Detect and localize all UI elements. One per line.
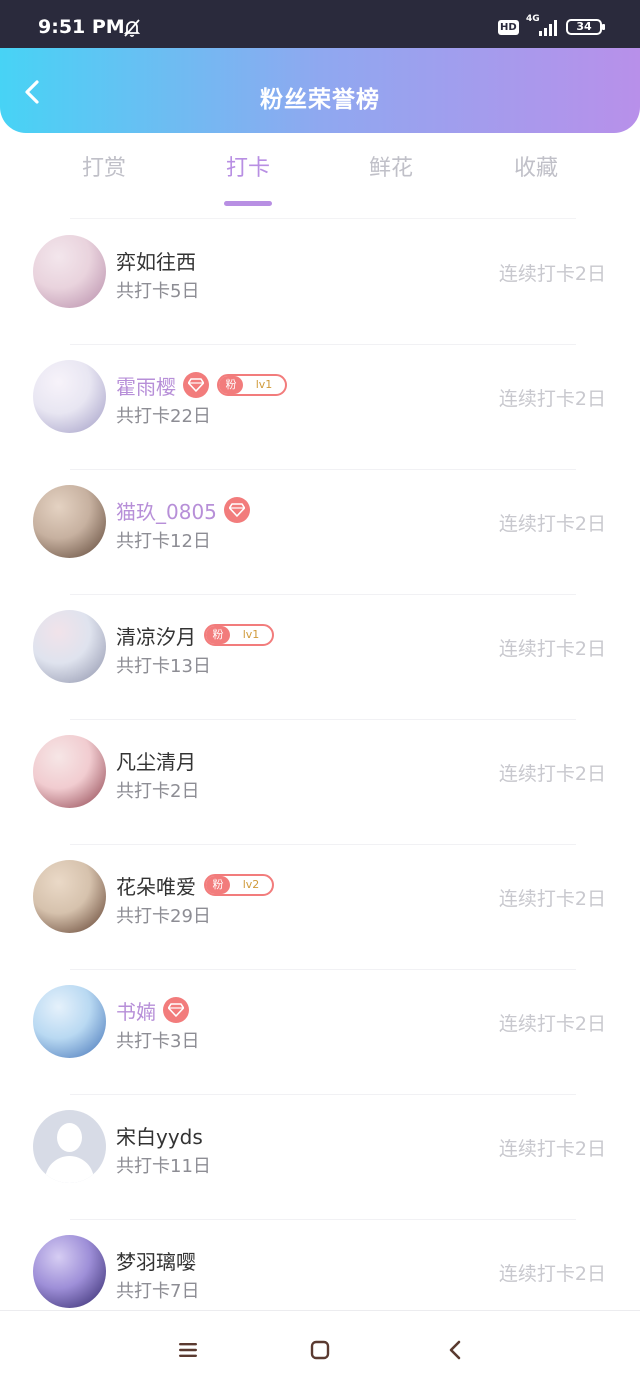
avatar[interactable]	[33, 235, 106, 308]
name-line: 梦羽璃嘤	[116, 1246, 196, 1274]
hd-badge: HD	[498, 20, 519, 35]
avatar[interactable]	[33, 985, 106, 1058]
fan-row[interactable]: 凡尘清月 共打卡2日 连续打卡2日	[0, 720, 640, 845]
name-line: 清凉汐月 粉 lv1	[116, 621, 274, 649]
fan-row[interactable]: 书婻 共打卡3日 连续打卡2日	[0, 970, 640, 1095]
battery-level: 34	[576, 20, 592, 33]
total-checkins: 共打卡12日	[116, 531, 211, 552]
avatar[interactable]	[33, 860, 106, 933]
status-time: 9:51 PM	[38, 16, 125, 38]
streak-text: 连续打卡2日	[498, 888, 606, 910]
back-triangle-icon[interactable]	[440, 1335, 470, 1365]
total-checkins: 共打卡5日	[116, 281, 200, 302]
fan-name[interactable]: 梦羽璃嘤	[116, 1246, 196, 1275]
fan-name[interactable]: 弈如往西	[116, 246, 196, 275]
tab-flowers[interactable]: 鲜花	[331, 150, 451, 182]
total-checkins: 共打卡29日	[116, 906, 211, 927]
fan-name[interactable]: 清凉汐月	[116, 621, 196, 650]
fan-row[interactable]: 霍雨樱 粉 lv1 共打卡22日 连续打卡2日	[0, 345, 640, 470]
tab-reward[interactable]: 打赏	[44, 150, 164, 182]
diamond-vip-icon	[183, 372, 209, 398]
fan-level-badge: 粉 lv1	[204, 624, 274, 646]
fan-level-badge: 粉 lv2	[204, 874, 274, 896]
tab-label: 收藏	[513, 156, 558, 181]
diamond-vip-icon	[223, 497, 250, 523]
avatar[interactable]	[33, 610, 106, 683]
streak-text: 连续打卡2日	[498, 263, 606, 285]
diamond-vip-icon	[163, 997, 189, 1023]
fan-badge-level: lv1	[242, 628, 260, 641]
fan-list: 弈如往西 共打卡5日 连续打卡2日 霍雨樱 粉 lv1 共打卡22日 连续打卡2…	[0, 220, 640, 1345]
name-line: 凡尘清月	[116, 746, 196, 774]
fan-badge-level: lv1	[255, 378, 273, 391]
name-line: 弈如往西	[116, 246, 196, 274]
fan-name[interactable]: 霍雨樱	[116, 371, 176, 400]
fan-row[interactable]: 宋白yyds 共打卡11日 连续打卡2日	[0, 1095, 640, 1220]
system-nav-bar	[0, 1310, 640, 1388]
tab-favorites[interactable]: 收藏	[476, 150, 596, 182]
home-square-icon[interactable]	[305, 1335, 335, 1365]
streak-text: 连续打卡2日	[498, 763, 606, 785]
battery-icon: 34	[566, 19, 605, 35]
fan-name[interactable]: 书婻	[116, 996, 156, 1025]
name-line: 宋白yyds	[116, 1121, 203, 1149]
signal-icon	[539, 20, 557, 36]
avatar[interactable]	[33, 1235, 106, 1308]
tab-label: 打卡	[225, 156, 270, 181]
total-checkins: 共打卡3日	[116, 1031, 200, 1052]
avatar[interactable]	[33, 485, 106, 558]
fan-level-badge: 粉 lv1	[217, 374, 287, 396]
tab-bar: 打赏 打卡 鲜花 收藏	[0, 140, 640, 206]
streak-text: 连续打卡2日	[498, 513, 606, 535]
avatar[interactable]	[33, 360, 106, 433]
fan-name[interactable]: 宋白yyds	[116, 1121, 203, 1150]
fan-row[interactable]: 清凉汐月 粉 lv1 共打卡13日 连续打卡2日	[0, 595, 640, 720]
default-avatar-icon[interactable]	[33, 1110, 106, 1183]
name-line: 花朵唯爱 粉 lv2	[116, 871, 274, 899]
name-line: 霍雨樱 粉 lv1	[116, 371, 287, 399]
total-checkins: 共打卡13日	[116, 656, 211, 677]
fan-name[interactable]: 花朵唯爱	[116, 871, 196, 900]
total-checkins: 共打卡7日	[116, 1281, 200, 1302]
fan-row[interactable]: 花朵唯爱 粉 lv2 共打卡29日 连续打卡2日	[0, 845, 640, 970]
notification-off-icon	[123, 19, 141, 37]
fan-badge-label: 粉	[206, 876, 230, 894]
name-line: 猫玖_0805	[116, 496, 250, 524]
total-checkins: 共打卡2日	[116, 781, 200, 802]
tab-checkin[interactable]: 打卡	[188, 150, 308, 206]
streak-text: 连续打卡2日	[498, 388, 606, 410]
fan-badge-label: 粉	[219, 376, 243, 394]
total-checkins: 共打卡22日	[116, 406, 211, 427]
fan-name[interactable]: 猫玖_0805	[116, 496, 217, 525]
header-bar: 粉丝荣誉榜	[0, 48, 640, 133]
page-title: 粉丝荣誉榜	[260, 87, 380, 113]
total-checkins: 共打卡11日	[116, 1156, 211, 1177]
fan-name[interactable]: 凡尘清月	[116, 746, 196, 775]
fan-row[interactable]: 弈如往西 共打卡5日 连续打卡2日	[0, 220, 640, 345]
streak-text: 连续打卡2日	[498, 1138, 606, 1160]
menu-icon[interactable]	[173, 1335, 203, 1365]
active-tab-indicator	[224, 201, 272, 206]
status-bar: 9:51 PM HD 4G 34	[0, 0, 640, 48]
streak-text: 连续打卡2日	[498, 638, 606, 660]
tab-label: 鲜花	[368, 156, 413, 181]
tab-label: 打赏	[81, 156, 126, 181]
fan-badge-label: 粉	[206, 626, 230, 644]
streak-text: 连续打卡2日	[498, 1013, 606, 1035]
tab-divider	[70, 218, 576, 219]
avatar[interactable]	[33, 735, 106, 808]
streak-text: 连续打卡2日	[498, 1263, 606, 1285]
fan-row[interactable]: 猫玖_0805 共打卡12日 连续打卡2日	[0, 470, 640, 595]
name-line: 书婻	[116, 996, 189, 1024]
fan-badge-level: lv2	[242, 878, 260, 891]
